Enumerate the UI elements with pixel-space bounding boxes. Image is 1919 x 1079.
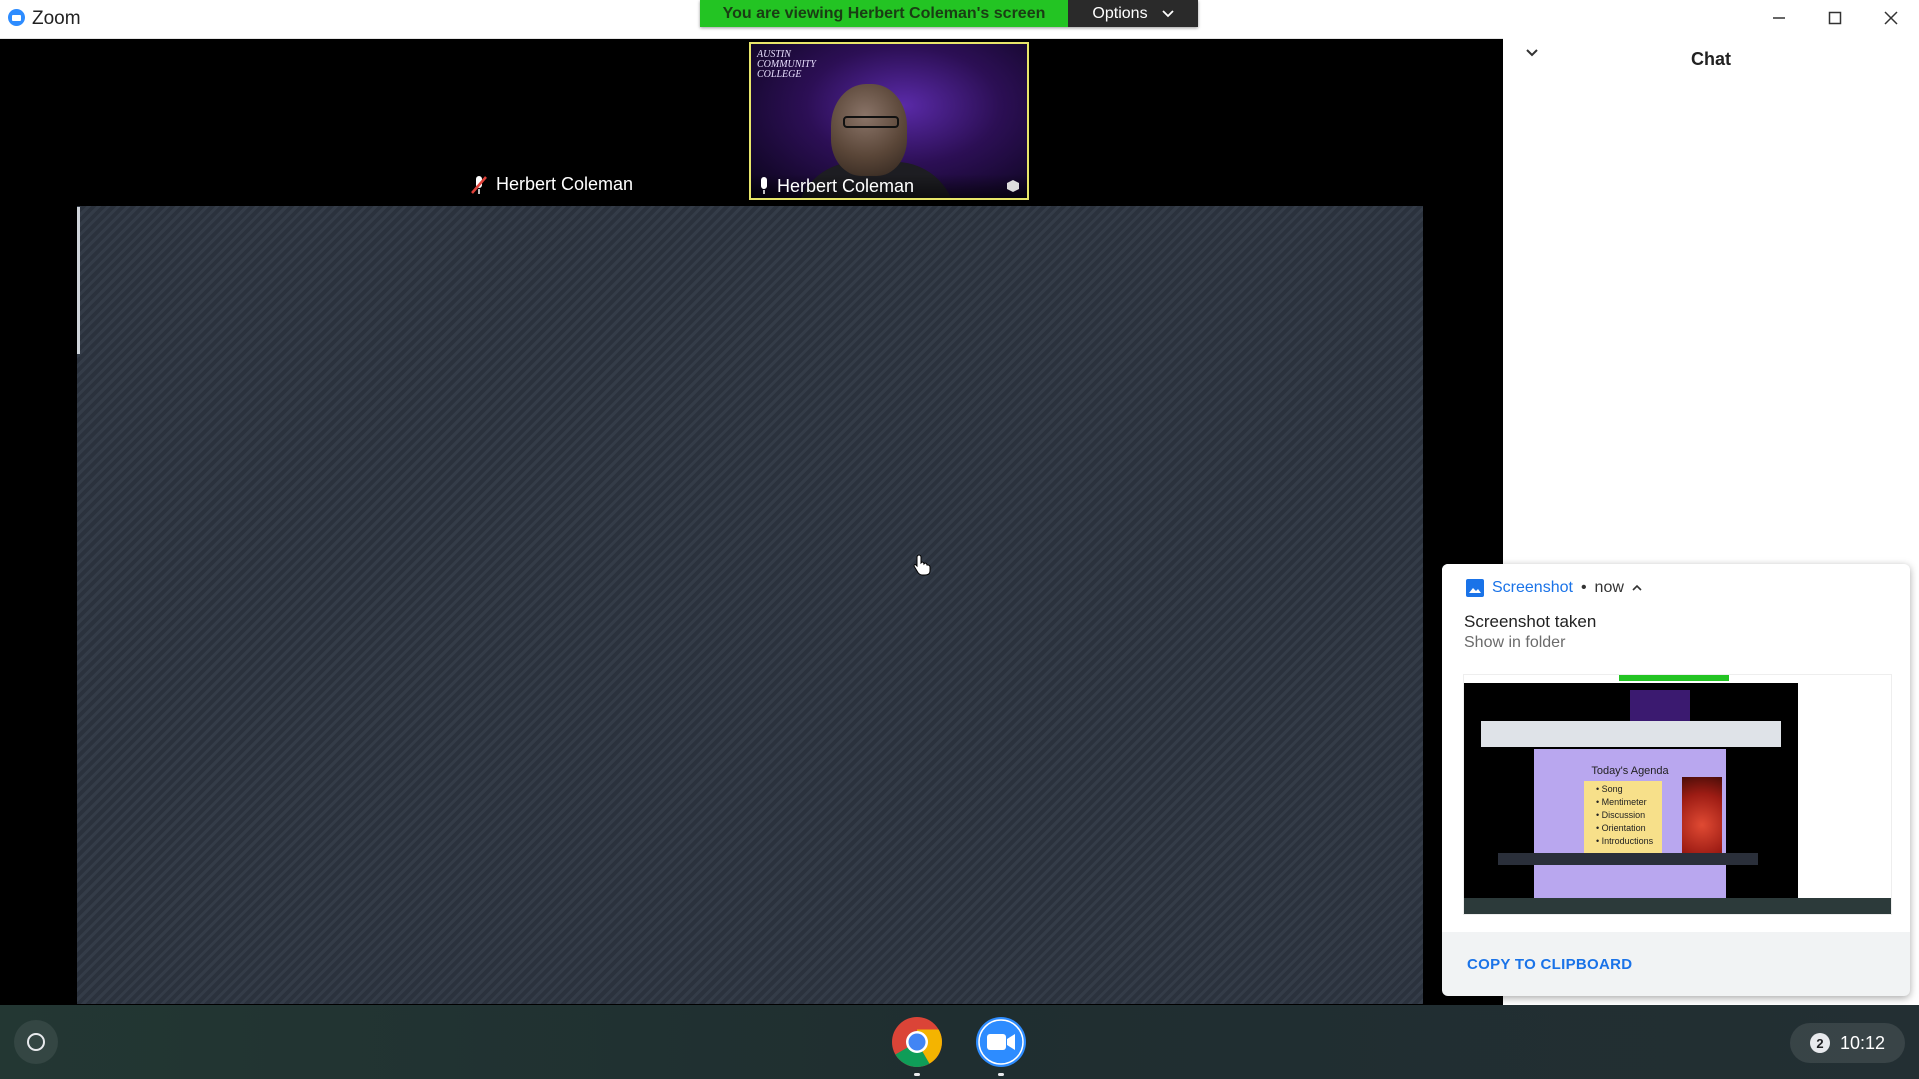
thumb-meeting-area: Today's Agenda • Song • Mentimeter • Dis… [1464, 683, 1798, 898]
screenshot-thumbnail[interactable]: Today's Agenda • Song • Mentimeter • Dis… [1463, 674, 1892, 915]
thumb-shelf [1464, 898, 1891, 914]
thumb-agenda-item: • Discussion [1596, 810, 1646, 820]
close-icon [1884, 11, 1898, 25]
launcher-icon [27, 1033, 45, 1051]
participant-name: Herbert Coleman [777, 175, 915, 196]
thumb-agenda-item-text: Introductions [1601, 836, 1654, 846]
options-button[interactable]: Options [1068, 0, 1198, 27]
screenshot-notification[interactable]: Screenshot • now Screenshot taken Show i… [1442, 564, 1910, 996]
participant-head [831, 84, 907, 176]
thumb-slide-title: Today's Agenda [1591, 765, 1669, 777]
minimize-button[interactable] [1751, 0, 1807, 36]
thumb-agenda-list: • Song • Mentimeter • Discussion • Orien… [1584, 781, 1662, 859]
shared-screen-edge [77, 207, 80, 354]
thumb-agenda-item: • Song [1596, 784, 1623, 794]
chevron-down-icon [1161, 9, 1174, 17]
system-shelf: 2 10:12 [0, 1005, 1919, 1079]
notification-body[interactable]: Screenshot • now Screenshot taken Show i… [1442, 564, 1910, 932]
logo-line-3: COLLEGE [757, 69, 802, 80]
thumb-agenda-item-text: Mentimeter [1601, 797, 1647, 807]
participant-glasses [843, 116, 899, 128]
close-button[interactable] [1863, 0, 1919, 36]
thumb-agenda-item: • Introductions [1596, 836, 1654, 846]
screen-share-banner: You are viewing Herbert Coleman's screen… [700, 0, 1198, 27]
launcher-button[interactable] [14, 1020, 58, 1064]
zoom-icon[interactable] [975, 1016, 1027, 1068]
participant-video-tile[interactable]: AUSTIN COMMUNITY COLLEGE Herbert Coleman [749, 42, 1029, 200]
thumb-agenda-item-text: Discussion [1601, 810, 1646, 820]
thumb-agenda-item-text: Orientation [1601, 823, 1646, 833]
notification-time: now [1594, 579, 1624, 596]
thumb-agenda-item-text: Song [1601, 784, 1623, 794]
hand-cursor-icon [913, 554, 931, 576]
tile-name-bar: Herbert Coleman [751, 174, 1027, 198]
chrome-icon[interactable] [891, 1016, 943, 1068]
muted-mic-icon [471, 175, 487, 194]
maximize-icon [1828, 11, 1842, 25]
thumb-agenda-item: • Mentimeter [1596, 797, 1647, 807]
college-logo: AUSTIN COMMUNITY COLLEGE [757, 50, 816, 80]
show-in-folder-link[interactable]: Show in folder [1464, 634, 1565, 652]
copy-to-clipboard-button[interactable]: COPY TO CLIPBOARD [1467, 956, 1632, 973]
chevron-up-icon[interactable] [1632, 584, 1642, 592]
notification-separator: • [1580, 579, 1587, 596]
zoom-app-icon [8, 9, 25, 26]
notification-count-badge: 2 [1809, 1033, 1830, 1053]
meeting-area: AUSTIN COMMUNITY COLLEGE Herbert Coleman… [0, 39, 1503, 1005]
zoom-running-indicator [998, 1073, 1004, 1076]
viewing-screen-label: You are viewing Herbert Coleman's screen [700, 0, 1068, 27]
window-controls [1751, 0, 1919, 36]
clock-time: 10:12 [1839, 1032, 1886, 1053]
notification-title: Screenshot taken [1464, 612, 1597, 631]
image-icon [1466, 579, 1484, 597]
speaker-name: Herbert Coleman [496, 174, 634, 194]
app-title: Zoom [32, 8, 81, 29]
thumb-overlay-bar [1498, 853, 1758, 865]
notification-header: Screenshot • now [1466, 579, 1642, 597]
shared-screen-view[interactable] [77, 206, 1423, 1004]
thumb-slide-image [1682, 777, 1722, 857]
minimize-icon [1773, 17, 1785, 19]
thumb-agenda-item: • Orientation [1596, 823, 1646, 833]
chrome-running-indicator [914, 1073, 920, 1076]
maximize-button[interactable] [1807, 0, 1863, 36]
thumb-banner [1619, 675, 1729, 681]
thumb-video-tile [1630, 690, 1690, 723]
chat-title: Chat [1691, 49, 1731, 69]
microphone-icon [761, 177, 767, 194]
options-label: Options [1092, 4, 1148, 22]
status-tray[interactable]: 2 10:12 [1790, 1023, 1905, 1063]
video-badge-icon [1007, 180, 1019, 192]
thumb-browser-bar [1481, 721, 1781, 747]
window-titlebar: Zoom You are viewing Herbert Coleman's s… [0, 0, 1919, 39]
notification-app-name: Screenshot [1492, 579, 1573, 596]
active-speaker-label: Herbert Coleman [470, 174, 633, 195]
thumb-slide: Today's Agenda • Song • Mentimeter • Dis… [1534, 749, 1726, 898]
